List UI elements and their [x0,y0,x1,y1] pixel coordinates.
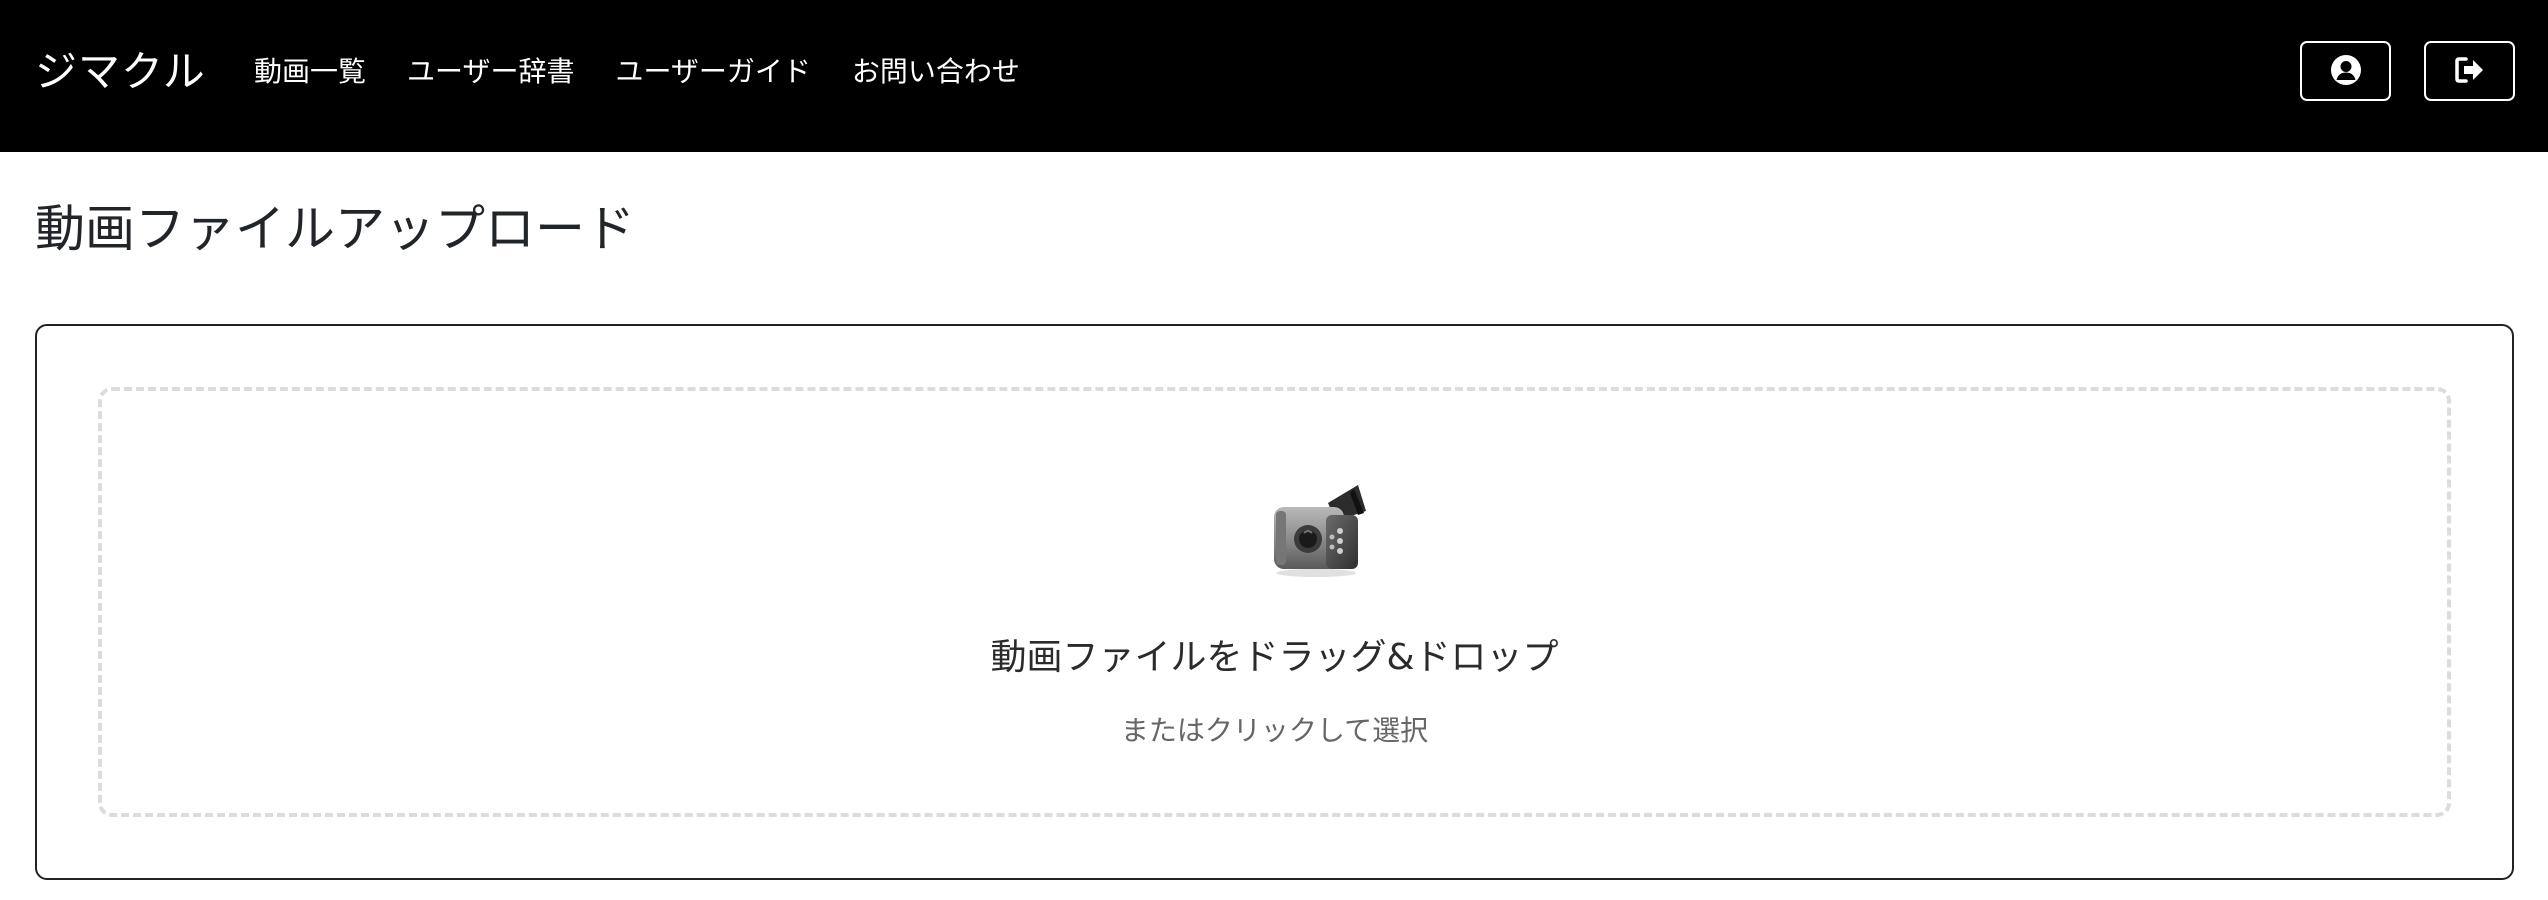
main-nav: 動画一覧 ユーザー辞書 ユーザーガイド お問い合わせ [254,52,1061,92]
sign-out-icon [2454,56,2486,87]
logout-button[interactable] [2424,41,2515,101]
user-circle-icon [2330,54,2362,89]
upload-card: 動画ファイルをドラッグ&ドロップ またはクリックして選択 [35,324,2514,880]
top-navbar: ジマクル 動画一覧 ユーザー辞書 ユーザーガイド お問い合わせ [0,0,2548,152]
page-title: 動画ファイルアップロード [35,200,635,258]
upload-dropzone[interactable]: 動画ファイルをドラッグ&ドロップ またはクリックして選択 [98,387,2451,817]
dropzone-subtitle: またはクリックして選択 [1120,714,1429,747]
nav-item-user-guide[interactable]: ユーザーガイド [615,52,810,92]
brand-logo[interactable]: ジマクル [35,42,206,102]
dropzone-title: 動画ファイルをドラッグ&ドロップ [990,637,1559,678]
nav-item-contact[interactable]: お問い合わせ [852,52,1020,92]
video-camera-icon [1268,477,1374,583]
nav-item-videos[interactable]: 動画一覧 [254,52,366,92]
account-button[interactable] [2300,41,2391,101]
nav-item-user-dictionary[interactable]: ユーザー辞書 [407,52,574,92]
